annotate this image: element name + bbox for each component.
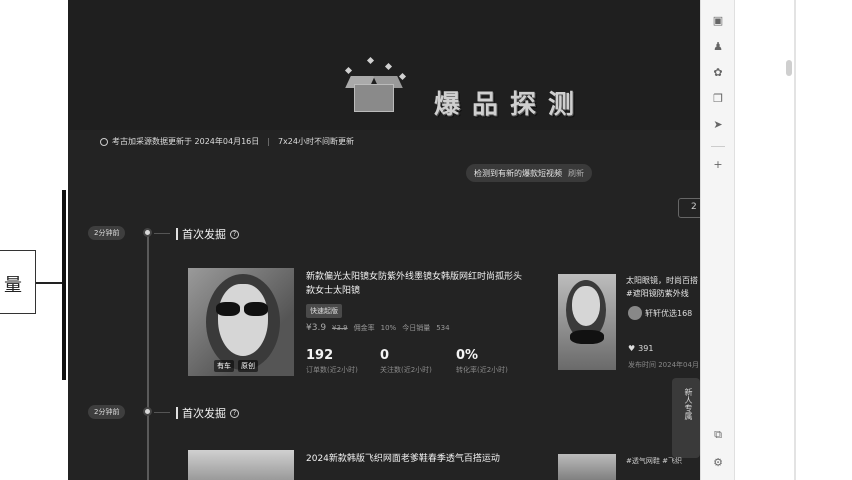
stat-orders: 192 订单数(近2小时) <box>306 348 358 374</box>
time-badge: 2分钟前 <box>88 405 126 419</box>
section-title: 首次发掘 ? <box>176 226 239 242</box>
thumb-tags: 有车 原创 <box>214 360 258 372</box>
store-info[interactable]: 轩轩优选168 <box>628 306 692 320</box>
annotation-bracket <box>62 190 66 380</box>
clock-icon <box>100 137 108 146</box>
divider: | <box>267 137 270 146</box>
thumb-tag: 原创 <box>238 360 258 372</box>
newcomer-pill[interactable]: 新人专属 <box>672 378 700 458</box>
notice-text: 检测到有新的爆款短视频 <box>474 168 562 178</box>
send-icon[interactable]: ➤ <box>711 118 725 132</box>
section-title: 首次发掘 ? <box>176 405 239 421</box>
help-icon[interactable]: ? <box>230 408 239 418</box>
update-text: 考古加采源数据更新于 2024年04月16日 <box>112 137 260 146</box>
side-toolbar: ▣ ♟ ✿ ❐ ➤ + ⧉ ⚙ <box>700 0 734 480</box>
timeline-line <box>147 232 149 480</box>
stat-conversion: 0% 转化率(近2小时) <box>456 348 508 374</box>
treasure-box-icon <box>345 72 403 112</box>
refresh-link[interactable]: 刷新 <box>568 168 584 179</box>
update-badge: 7x24小时不间断更新 <box>277 137 354 146</box>
new-video-notice[interactable]: 检测到有新的爆款短视频 刷新 <box>466 164 592 182</box>
timeline-dash <box>154 412 170 413</box>
product-thumbnail[interactable] <box>188 450 294 480</box>
video-title[interactable]: 太阳眼镜，时尚百搭 #遮阳镜防紫外线 <box>626 274 700 300</box>
stat-follows: 0 关注数(近2小时) <box>380 348 432 374</box>
thumb-tag: 有车 <box>214 360 234 372</box>
settings-icon[interactable]: ✿ <box>711 66 725 80</box>
time-badge: 2分钟前 <box>88 226 126 240</box>
section-title-text: 首次发掘 <box>182 228 226 241</box>
title-bar <box>176 228 178 240</box>
filter-button[interactable]: 2 <box>678 198 700 218</box>
section-title-text: 首次发掘 <box>182 407 226 420</box>
app-window: 爆品探测 考古加采源数据更新于 2024年04月16日 | 7x24小时不间断更… <box>68 0 700 480</box>
screenshot-icon[interactable]: ⧉ <box>711 428 725 442</box>
annotation-text: 量 <box>4 275 22 296</box>
hero-banner: 爆品探测 <box>68 0 700 130</box>
heart-icon: ♥ <box>628 344 636 353</box>
product-thumbnail[interactable]: 有车 原创 <box>188 268 294 376</box>
product-title[interactable]: 新款偏光太阳镜女防紫外线墨镜女韩版网红时尚孤形头款女士太阳镜 <box>306 270 526 298</box>
frame-border <box>734 0 735 480</box>
sparkle-icon <box>398 72 407 81</box>
timeline-dot <box>143 407 152 416</box>
help-icon[interactable]: ? <box>230 229 239 239</box>
video-thumbnail[interactable] <box>558 274 616 370</box>
avatar <box>628 306 642 320</box>
price: ¥3.9 <box>306 323 327 333</box>
product-tag: 快速起版 <box>306 304 342 318</box>
user-icon[interactable]: ♟ <box>711 40 725 54</box>
add-icon[interactable]: + <box>711 158 725 172</box>
sparkle-icon <box>384 62 393 71</box>
video-icon[interactable]: ▣ <box>711 14 725 28</box>
commission-value: 10% <box>380 324 397 332</box>
likes: ♥ 391 <box>628 344 653 353</box>
today-sales-label: 今日销量 <box>402 324 431 332</box>
price-row: ¥3.9 ¥3.9 佣金率 10% 今日销量 534 <box>306 323 450 333</box>
toolbar-divider <box>711 146 725 147</box>
annotation-box: 量 <box>0 250 36 314</box>
title-bar <box>176 407 178 419</box>
original-price: ¥3.9 <box>332 324 348 332</box>
commission-label: 佣金率 <box>353 324 375 332</box>
today-sales-value: 534 <box>436 324 450 332</box>
sparkle-icon <box>344 66 353 75</box>
right-margin <box>734 0 852 480</box>
banner-title: 爆品探测 <box>434 90 587 120</box>
copy-icon[interactable]: ❐ <box>711 92 725 106</box>
video-thumbnail[interactable] <box>558 454 616 480</box>
product-title[interactable]: 2024新款韩版飞织网面老爹鞋春季透气百搭运动 <box>306 452 526 466</box>
timeline-dot <box>143 228 152 237</box>
likes-count: 391 <box>638 344 654 353</box>
gear-icon[interactable]: ⚙ <box>711 456 725 470</box>
publish-info: 发布时间 2024年04月 <box>628 361 699 369</box>
scrollbar[interactable] <box>786 60 792 76</box>
sparkle-icon <box>366 56 375 65</box>
frame-border <box>794 0 796 480</box>
video-tags: #透气网鞋 #飞织 <box>626 457 682 465</box>
timeline-dash <box>154 233 170 234</box>
update-info: 考古加采源数据更新于 2024年04月16日 | 7x24小时不间断更新 <box>100 136 354 147</box>
store-name: 轩轩优选168 <box>645 308 693 318</box>
